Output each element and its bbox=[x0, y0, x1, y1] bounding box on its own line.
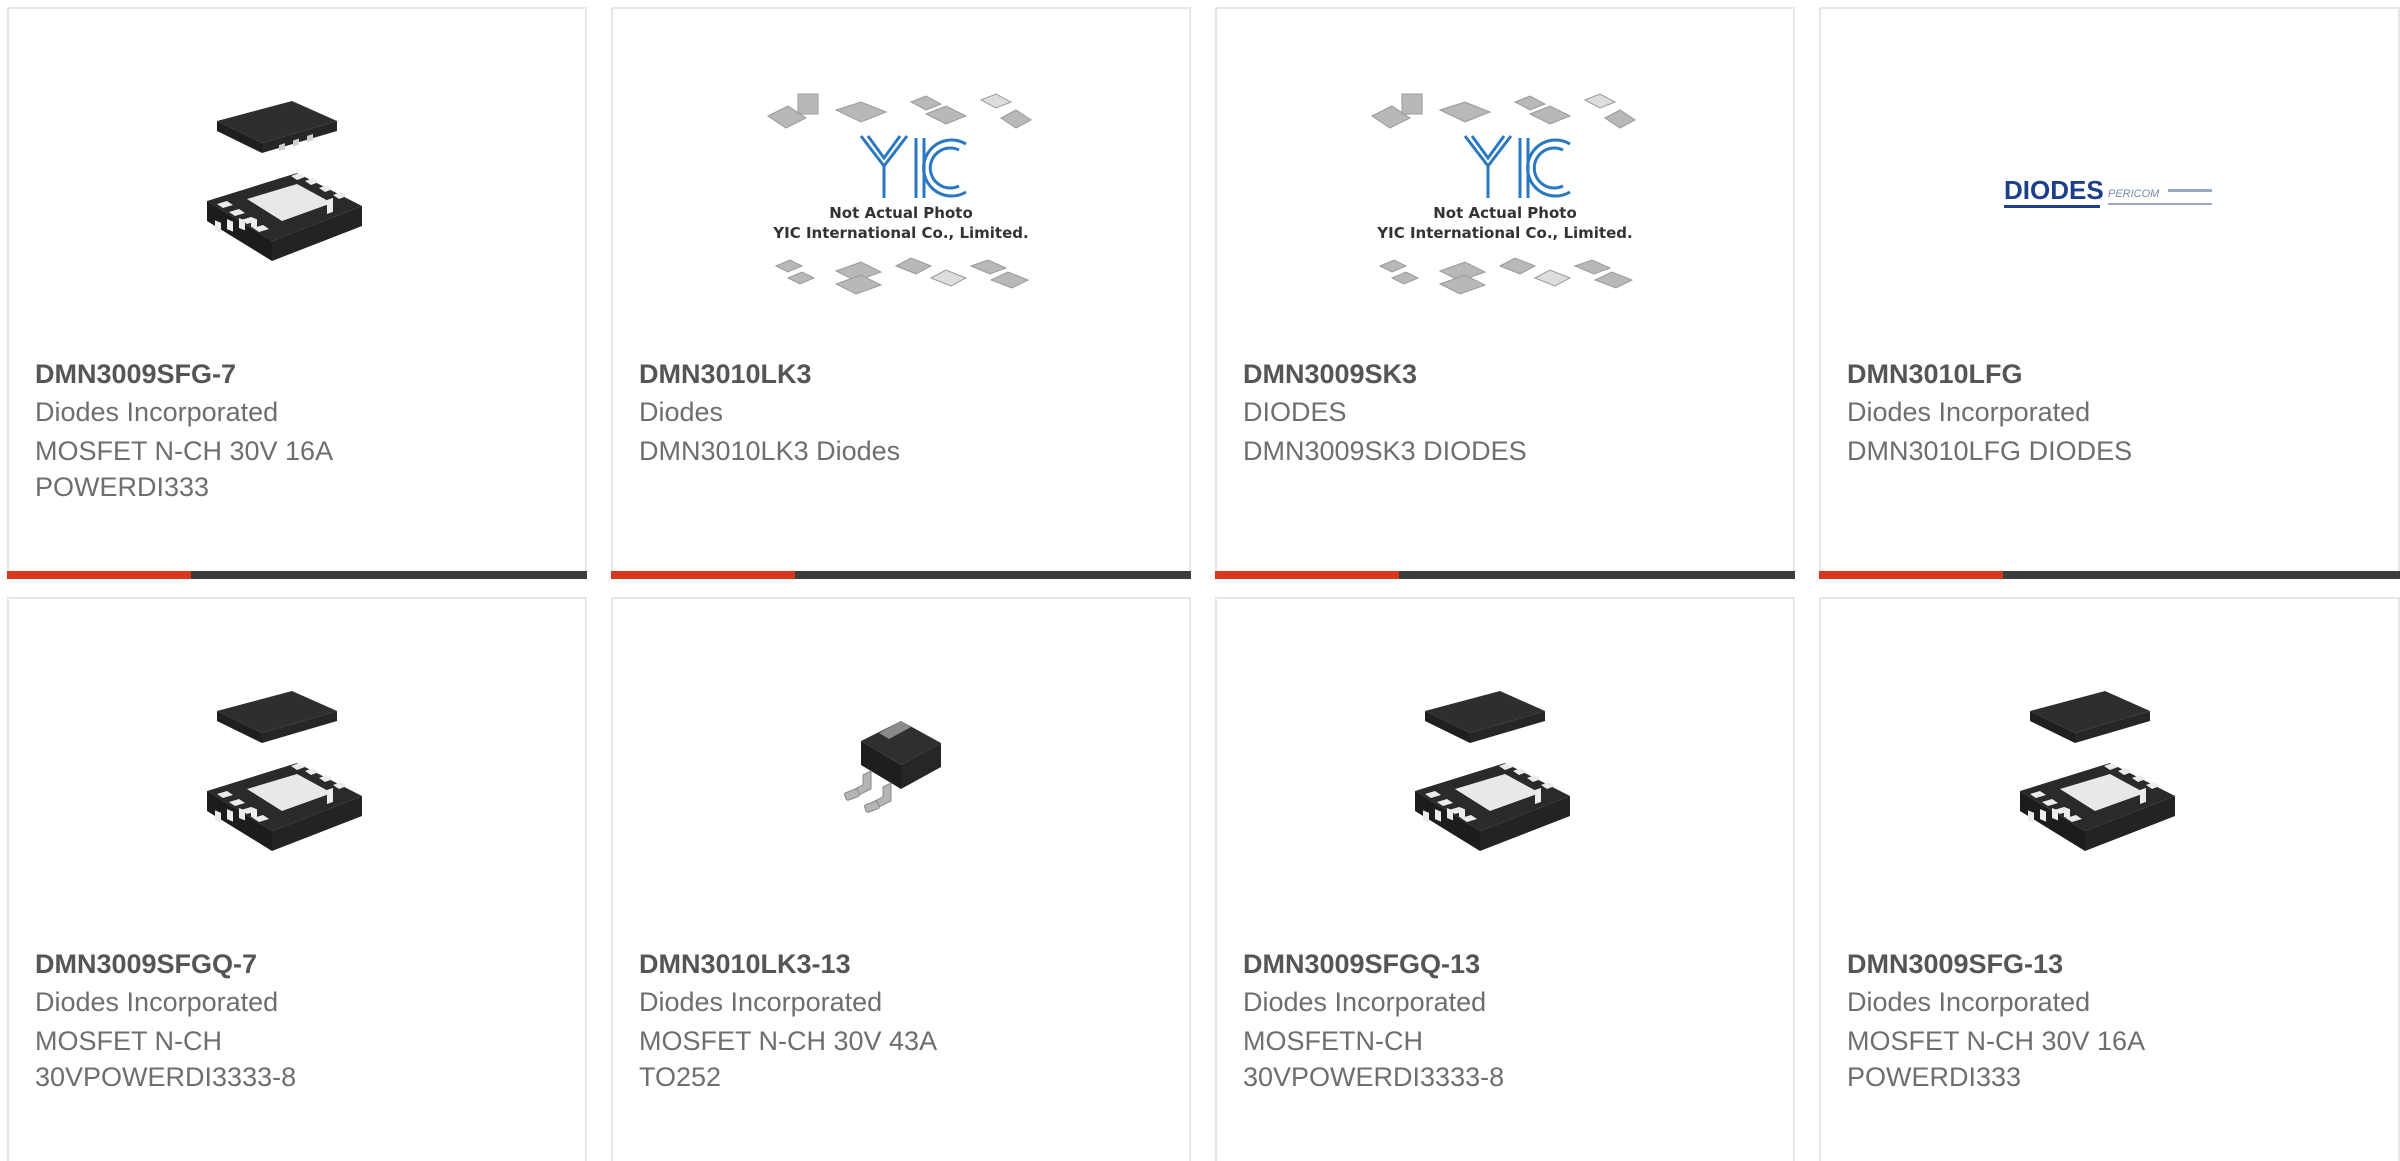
card-accent-bar bbox=[1215, 571, 1399, 579]
product-image[interactable] bbox=[9, 671, 585, 891]
part-number[interactable]: DMN3009SK3 bbox=[1243, 359, 1417, 390]
part-number[interactable]: DMN3010LFG bbox=[1847, 359, 2023, 390]
not-actual-photo-placeholder: Not Actual Photo YIC International Co., … bbox=[767, 93, 1032, 295]
product-image[interactable] bbox=[9, 81, 585, 301]
product-card[interactable]: DMN3009SFGQ-13 Diodes Incorporated MOSFE… bbox=[1215, 597, 1795, 1161]
card-bottom-bar bbox=[1215, 571, 1795, 579]
product-image[interactable]: Not Actual Photo YIC International Co., … bbox=[613, 81, 1189, 301]
card-accent-bar bbox=[611, 571, 795, 579]
diodes-logo-brand: DIODES bbox=[2004, 175, 2104, 205]
product-card[interactable]: DMN3010LK3-13 Diodes Incorporated MOSFET… bbox=[611, 597, 1191, 1161]
to252-package-icon bbox=[844, 721, 941, 813]
description: DMN3010LK3 Diodes bbox=[639, 436, 901, 466]
description: MOSFETN-CH 30VPOWERDI3333-8 bbox=[1243, 1026, 1505, 1092]
part-number[interactable]: DMN3009SFG-7 bbox=[35, 359, 236, 390]
description: MOSFET N-CH 30V 16A POWERDI333 bbox=[35, 436, 332, 502]
placeholder-caption-line1: Not Actual Photo bbox=[1433, 204, 1577, 222]
card-accent-bar bbox=[7, 571, 191, 579]
manufacturer: Diodes Incorporated bbox=[35, 987, 279, 1017]
product-image[interactable] bbox=[1217, 671, 1793, 891]
card-bottom-bar bbox=[1819, 571, 2400, 579]
card-accent-bar bbox=[1819, 571, 2003, 579]
manufacturer: Diodes Incorporated bbox=[1243, 987, 1487, 1017]
product-image[interactable] bbox=[1821, 671, 2398, 891]
qfn-package-icon bbox=[2019, 691, 2175, 851]
placeholder-caption-line2: YIC International Co., Limited. bbox=[1376, 224, 1632, 242]
product-card[interactable]: DMN3009SFG-7 Diodes Incorporated MOSFET … bbox=[7, 7, 587, 579]
card-bottom-bar bbox=[611, 571, 1191, 579]
part-number[interactable]: DMN3009SFG-13 bbox=[1847, 949, 2063, 980]
description: MOSFET N-CH 30V 43A TO252 bbox=[639, 1026, 936, 1092]
manufacturer: Diodes Incorporated bbox=[1847, 397, 2091, 427]
placeholder-caption-line1: Not Actual Photo bbox=[829, 204, 973, 222]
product-image[interactable]: DIODES PERICOM bbox=[1821, 81, 2398, 301]
manufacturer: Diodes Incorporated bbox=[639, 987, 883, 1017]
manufacturer: Diodes Incorporated bbox=[1847, 987, 2091, 1017]
placeholder-caption-line2: YIC International Co., Limited. bbox=[772, 224, 1028, 242]
manufacturer: Diodes bbox=[639, 397, 724, 427]
product-image[interactable]: Not Actual Photo YIC International Co., … bbox=[1217, 81, 1793, 301]
part-number[interactable]: DMN3009SFGQ-13 bbox=[1243, 949, 1480, 980]
product-card[interactable]: DMN3009SFG-13 Diodes Incorporated MOSFET… bbox=[1819, 597, 2400, 1161]
product-image[interactable] bbox=[613, 671, 1189, 891]
manufacturer: DIODES bbox=[1243, 397, 1347, 427]
manufacturer: Diodes Incorporated bbox=[35, 397, 279, 427]
part-number[interactable]: DMN3010LK3-13 bbox=[639, 949, 851, 980]
not-actual-photo-placeholder: Not Actual Photo YIC International Co., … bbox=[1371, 93, 1636, 295]
qfn-package-icon bbox=[207, 691, 362, 851]
product-grid: DMN3009SFG-7 Diodes Incorporated MOSFET … bbox=[0, 0, 2400, 1161]
qfn-package-icon bbox=[1415, 691, 1570, 851]
description: MOSFET N-CH 30VPOWERDI3333-8 bbox=[35, 1026, 297, 1092]
description: DMN3009SK3 DIODES bbox=[1243, 436, 1527, 466]
part-number[interactable]: DMN3010LK3 bbox=[639, 359, 812, 390]
description: DMN3010LFG DIODES bbox=[1847, 436, 2133, 466]
product-card[interactable]: DMN3009SFGQ-7 Diodes Incorporated MOSFET… bbox=[7, 597, 587, 1161]
qfn-package-icon bbox=[207, 101, 362, 261]
product-card[interactable]: DIODES PERICOM DMN3010LFG Diodes Incorpo… bbox=[1819, 7, 2400, 579]
description: MOSFET N-CH 30V 16A POWERDI333 bbox=[1847, 1026, 2144, 1092]
diodes-logo: DIODES PERICOM bbox=[2003, 175, 2212, 208]
diodes-logo-sub: PERICOM bbox=[2108, 188, 2160, 200]
card-bottom-bar bbox=[7, 571, 587, 579]
product-card[interactable]: Not Actual Photo YIC International Co., … bbox=[1215, 7, 1795, 579]
part-number[interactable]: DMN3009SFGQ-7 bbox=[35, 949, 257, 980]
product-card[interactable]: Not Actual Photo YIC International Co., … bbox=[611, 7, 1191, 579]
